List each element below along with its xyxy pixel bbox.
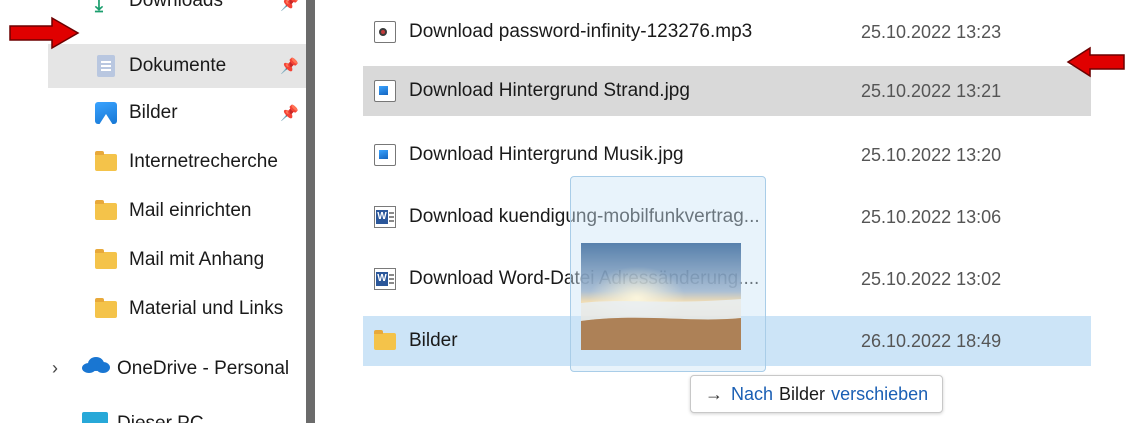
pin-icon: 📌 [280,58,299,75]
expand-chevron-icon[interactable]: › [52,358,58,379]
nav-item-label: Downloads [129,0,223,11]
folder-icon [95,298,117,320]
download-icon: ⤓ [95,0,103,15]
file-row-hovered[interactable]: Download Hintergrund Strand.jpg 25.10.20… [363,66,1091,116]
audio-file-icon [374,21,396,43]
tooltip-action: Nach [731,383,774,404]
nav-item-downloads[interactable]: ⤓ Downloads 📌 [48,0,306,44]
file-name: Download password-infinity-123276.mp3 [409,21,753,42]
file-date: 25.10.2022 13:21 [861,80,1002,101]
drag-preview [570,176,766,372]
nav-item-internetrecherche[interactable]: Internetrecherche [48,140,306,184]
nav-item-bilder[interactable]: Bilder 📌 [48,91,306,135]
pin-icon: 📌 [280,105,299,122]
computer-icon [82,412,108,423]
file-name: Download Hintergrund Musik.jpg [409,144,684,165]
folder-icon [374,330,396,352]
file-name: Download Hintergrund Strand.jpg [409,80,690,101]
file-date: 25.10.2022 13:20 [861,144,1002,165]
nav-item-label: Mail einrichten [129,200,252,221]
cloud-icon [82,357,110,373]
navigation-pane: ⤓ Downloads 📌 Dokumente 📌 Bilder 📌 Inter… [0,0,306,423]
word-file-icon [374,206,396,228]
word-file-icon [374,268,396,290]
file-date: 26.10.2022 18:49 [861,330,1002,351]
folder-icon [95,151,117,173]
nav-item-label: Material und Links [129,298,284,319]
file-row[interactable]: Download Hintergrund Musik.jpg 25.10.202… [363,130,1091,180]
nav-item-onedrive[interactable]: OneDrive - Personal [117,358,289,380]
nav-item-dokumente[interactable]: Dokumente 📌 [48,44,306,88]
red-arrow-left-icon [1066,46,1125,78]
splitter-gap [315,0,329,423]
nav-item-label: Bilder [129,102,178,123]
nav-item-label: Internetrecherche [129,151,278,172]
arrow-right-icon: → [705,383,723,404]
file-date: 25.10.2022 13:02 [861,268,1002,289]
nav-item-this-pc[interactable]: Dieser PC [117,413,204,423]
documents-icon [95,55,117,77]
drop-tooltip: → Nach Bilder verschieben [690,375,944,413]
nav-item-mail-einrichten[interactable]: Mail einrichten [48,189,306,233]
nav-item-label: Dokumente [129,55,227,76]
pin-icon: 📌 [280,0,299,12]
folder-icon [95,249,117,271]
file-row[interactable]: Download password-infinity-123276.mp3 25… [363,7,1091,57]
pictures-icon [95,102,117,124]
pane-splitter[interactable] [306,0,315,423]
file-date: 25.10.2022 13:06 [861,206,1002,227]
nav-item-material-und-links[interactable]: Material und Links [48,287,306,331]
folder-icon [95,200,117,222]
nav-item-mail-mit-anhang[interactable]: Mail mit Anhang [48,238,306,282]
tooltip-target: Bilder [779,383,826,404]
image-file-icon [374,144,396,166]
file-date: 25.10.2022 13:23 [861,21,1002,42]
tooltip-verb: verschieben [831,383,929,404]
beach-image-thumbnail [581,243,741,350]
image-file-icon [374,80,396,102]
nav-item-label: Mail mit Anhang [129,249,265,270]
red-arrow-right-icon [9,16,80,50]
